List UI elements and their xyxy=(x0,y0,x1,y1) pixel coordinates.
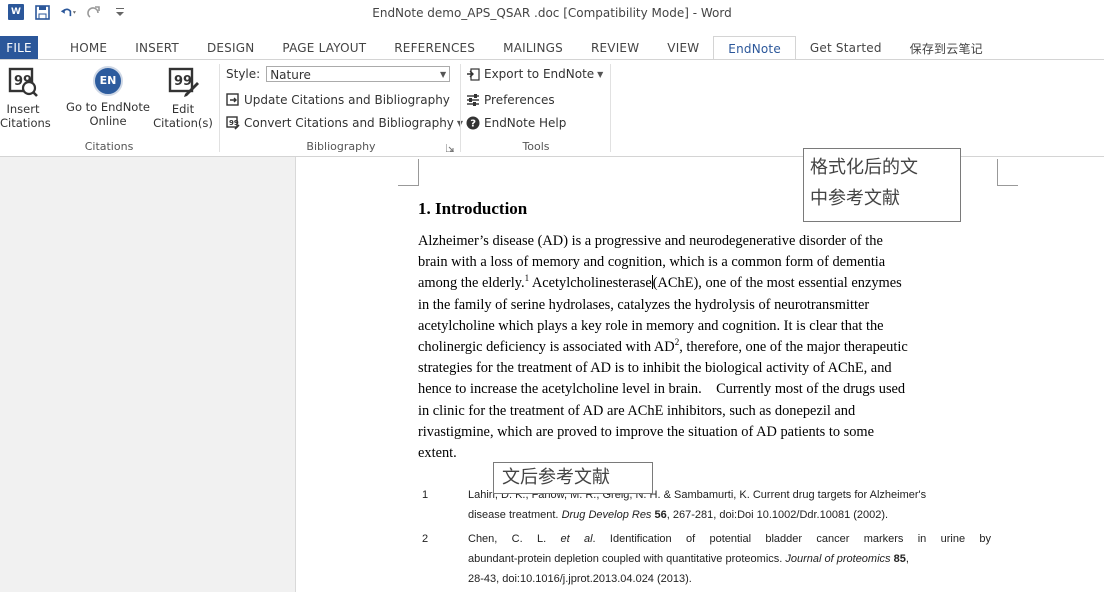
tab-design[interactable]: DESIGN xyxy=(193,36,268,60)
section-heading: 1. Introduction xyxy=(418,199,528,218)
dialog-launcher-icon[interactable] xyxy=(445,144,454,153)
reference-number: 1 xyxy=(422,489,429,501)
svg-text:?: ? xyxy=(470,119,476,130)
group-separator xyxy=(610,64,611,152)
citations-group: 99 Insert Citations EN Go to EndNote Onl… xyxy=(0,60,218,156)
tab-references[interactable]: REFERENCES xyxy=(380,36,489,60)
endnote-online-icon: EN xyxy=(93,66,123,96)
tab-home[interactable]: HOME xyxy=(38,36,121,60)
style-label: Style: xyxy=(226,67,261,81)
edit-citations-button[interactable]: 99 Edit Citation(s) xyxy=(152,62,214,130)
convert-citations-label: Convert Citations and Bibliography xyxy=(244,116,454,130)
endnote-help-button[interactable]: ? EndNote Help xyxy=(466,113,566,133)
insert-label-1: Insert xyxy=(6,102,40,116)
paragraph-line: among the elderly.1 Acetylcholinesterase… xyxy=(418,273,902,292)
goto-label-2: Online xyxy=(89,114,127,128)
ribbon-tabs: FILE HOME INSERT DESIGN PAGE LAYOUT REFE… xyxy=(0,36,1104,60)
paragraph-line: Alzheimer’s disease (AD) is a progressiv… xyxy=(418,233,883,249)
paragraph-line: acetylcholine which plays a key role in … xyxy=(418,317,884,334)
paragraph-line: strategies for the treatment of AD is to… xyxy=(418,360,892,377)
bibliography-group: Style: Nature ▼ Update Citations and Bib… xyxy=(222,60,463,156)
help-icon: ? xyxy=(466,116,480,130)
annotation-text: 格式化后的文 xyxy=(810,157,918,178)
preferences-label: Preferences xyxy=(484,93,555,107)
body-paragraph[interactable]: Alzheimer’s disease (AD) is a progressiv… xyxy=(418,231,998,464)
chevron-down-icon: ▼ xyxy=(440,70,447,79)
style-select[interactable]: Nature ▼ xyxy=(266,66,451,82)
paragraph-line: rivastigmine, which are proved to improv… xyxy=(418,423,875,440)
reference-line: disease treatment. Drug Develop Res 56, … xyxy=(468,509,889,521)
tab-save-to-cloud-notes[interactable]: 保存到云笔记 xyxy=(896,36,997,60)
style-row: Style: Nature ▼ xyxy=(226,64,451,84)
reference-line: 28-43, doi:10.1016/j.jprot.2013.04.024 (… xyxy=(468,573,692,585)
group-separator xyxy=(219,64,220,152)
paragraph-line: hence to increase the acetylcholine leve… xyxy=(418,381,906,398)
navigation-pane xyxy=(0,157,296,592)
edit-citation-icon: 99 xyxy=(167,66,199,98)
tab-page-layout[interactable]: PAGE LAYOUT xyxy=(268,36,380,60)
export-icon xyxy=(466,67,480,81)
margin-corner-mark xyxy=(398,159,419,186)
bibliography-annotation: 文后参考文献 xyxy=(493,462,653,494)
bibliography-group-label: Bibliography xyxy=(306,140,376,153)
title-bar: W EndNote demo_APS_QSAR .doc [Compatibil… xyxy=(0,0,1104,26)
paragraph-line: in clinic for the treatment of AD are AC… xyxy=(418,402,856,419)
preferences-icon xyxy=(466,93,480,107)
preferences-button[interactable]: Preferences xyxy=(466,90,555,110)
insert-label-2: Citations xyxy=(0,116,51,130)
tab-review[interactable]: REVIEW xyxy=(577,36,653,60)
go-to-endnote-online-button[interactable]: EN Go to EndNote Online xyxy=(64,62,152,128)
convert-citations-button[interactable]: 99 Convert Citations and Bibliography ▼ xyxy=(226,113,463,133)
edit-label-2: Citation(s) xyxy=(153,116,213,130)
formatted-citation-annotation: 格式化后的文 中参考文献 xyxy=(803,148,961,222)
annotation-text: 中参考文献 xyxy=(810,188,900,209)
tab-endnote[interactable]: EndNote xyxy=(713,36,796,60)
style-select-value: Nature xyxy=(270,68,311,82)
document-title: EndNote demo_APS_QSAR .doc [Compatibilit… xyxy=(372,6,732,20)
ribbon: 99 Insert Citations EN Go to EndNote Onl… xyxy=(0,60,1104,157)
tools-group: Export to EndNote ▼ Preferences ? EndNot… xyxy=(462,60,610,156)
update-citations-button[interactable]: Update Citations and Bibliography xyxy=(226,90,450,110)
margin-corner-mark xyxy=(997,159,1018,186)
tab-file[interactable]: FILE xyxy=(0,36,38,60)
update-citations-icon xyxy=(226,93,240,107)
tab-view[interactable]: VIEW xyxy=(653,36,713,60)
convert-citations-icon: 99 xyxy=(226,116,240,130)
tab-get-started[interactable]: Get Started xyxy=(796,36,896,60)
tools-group-label: Tools xyxy=(522,140,550,153)
reference-line: abundant-protein depletion coupled with … xyxy=(468,553,909,565)
paragraph-line: in the family of serine hydrolases, cata… xyxy=(418,296,870,313)
insert-citations-button[interactable]: 99 Insert Citations xyxy=(0,62,51,130)
insert-citation-icon: 99 xyxy=(7,66,39,98)
goto-label-1: Go to EndNote xyxy=(66,100,150,114)
endnote-help-label: EndNote Help xyxy=(484,116,567,130)
annotation-text: 文后参考文献 xyxy=(502,467,610,488)
tab-insert[interactable]: INSERT xyxy=(121,36,193,60)
edit-label-1: Edit xyxy=(171,102,195,116)
svg-text:99: 99 xyxy=(174,74,192,89)
export-label: Export to EndNote xyxy=(484,67,595,81)
reference-line: Chen, C. L. et al. Identification of pot… xyxy=(468,533,991,545)
paragraph-line: brain with a loss of memory and cognitio… xyxy=(418,254,886,271)
tab-mailings[interactable]: MAILINGS xyxy=(489,36,577,60)
update-citations-label: Update Citations and Bibliography xyxy=(244,93,450,107)
citations-group-label: Citations xyxy=(84,140,134,153)
reference-number: 2 xyxy=(422,533,429,545)
export-to-endnote-button[interactable]: Export to EndNote ▼ xyxy=(466,64,603,84)
chevron-down-icon[interactable]: ▼ xyxy=(597,70,603,79)
document-work-area: 1. Introduction Alzheimer’s disease (AD)… xyxy=(0,157,1104,592)
paragraph-line: cholinergic deficiency is associated wit… xyxy=(418,337,908,356)
group-separator xyxy=(460,64,461,152)
